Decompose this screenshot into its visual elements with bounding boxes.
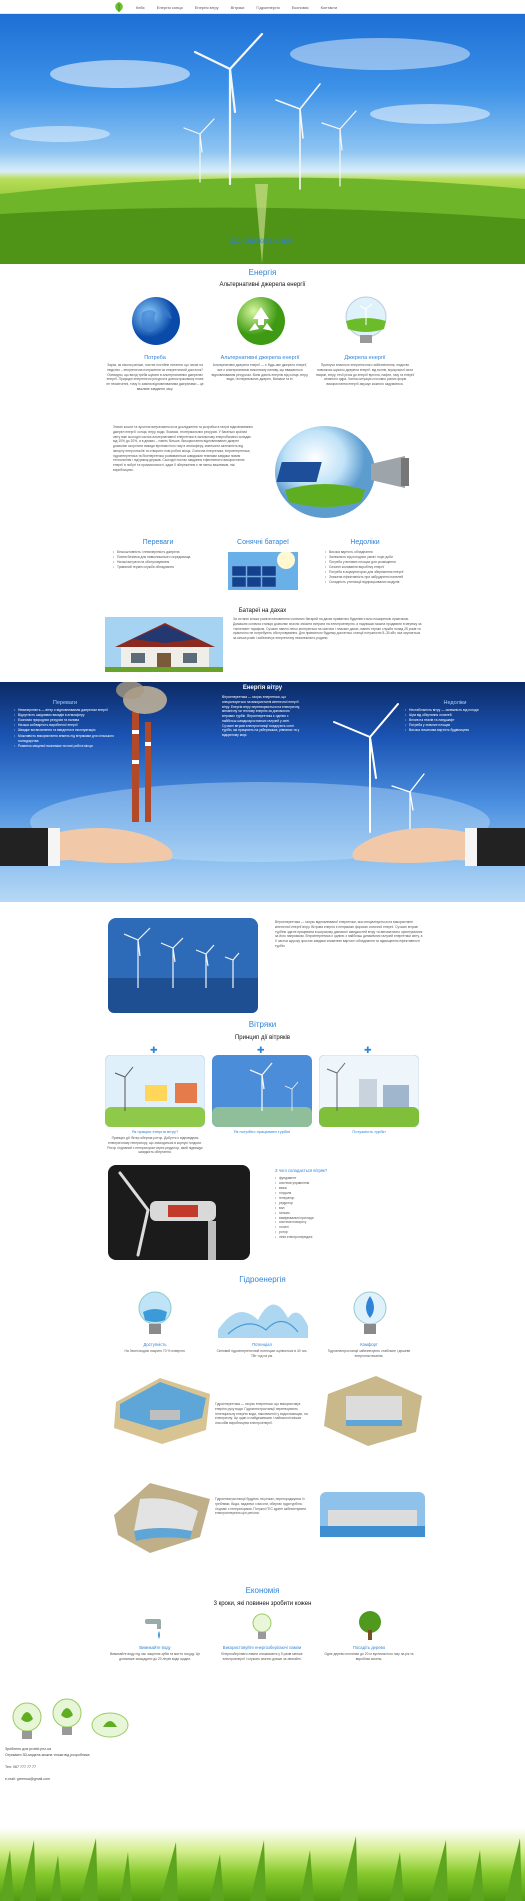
- turbine-principle-text: Принцип дії: Вітер обертає ротор. Добутт…: [107, 1136, 203, 1155]
- roof-solar-house-image: [105, 617, 223, 672]
- roof-batteries-title: Батареї на дахах: [238, 608, 287, 614]
- economy-col2-text: Енергозберігаючі лампи споживають у 5 ра…: [221, 1652, 303, 1661]
- leaf-logo-icon[interactable]: [112, 1, 126, 13]
- energy-title: Енергія: [248, 268, 277, 277]
- hydro-col2-heading: Потенціал: [252, 1342, 272, 1347]
- wind-advantages-list: Невичерпність — вітер є відновлюваним дж…: [14, 708, 124, 749]
- nav-item[interactable]: Контакти: [315, 3, 344, 12]
- turbine-card-1-title[interactable]: Як працює енергія вітру?: [105, 1129, 205, 1134]
- economy-col3-heading: Посадіть дерево: [352, 1645, 386, 1650]
- hydro-station-image: [324, 1376, 422, 1446]
- faucet-icon: [145, 1619, 161, 1639]
- list-item: Розвиток місцевої економіки та нові робо…: [14, 744, 124, 749]
- energy-long-text: Значні кошти та зусилля витрачаються на …: [113, 425, 253, 472]
- economy-title: Економія: [245, 1586, 280, 1595]
- solar-bulb-image: [275, 426, 409, 518]
- turbine-parts-list: фундамент система управління вежа гондол…: [275, 1176, 395, 1240]
- energy-subtitle: Альтернативні джерела енергії: [219, 282, 306, 288]
- energy-col3-text: Прагнучи власного енергетичного забезпеч…: [315, 363, 415, 387]
- turbines-subtitle: Принцип дії вітряків: [234, 1035, 291, 1041]
- globe-icon: [132, 297, 180, 345]
- hydro-col2-text: Світовий гідроенергетичний потенціал оці…: [216, 1349, 308, 1358]
- turbine-card-3-title[interactable]: Потужність турбін: [319, 1129, 419, 1134]
- energy-bulb-icon: [252, 1613, 272, 1639]
- nav-item[interactable]: Енергія вітру: [189, 3, 225, 12]
- solar-panels-title: Сонячні батареї: [237, 539, 289, 546]
- energy-col3-heading: Джерела енергії: [344, 355, 386, 361]
- roof-batteries-text: За останні кілька років встановлення сон…: [233, 617, 422, 641]
- footer-line-2: Отримати 3D-модель можна тільки від розр…: [5, 1753, 90, 1757]
- nav-item[interactable]: Кейс: [130, 3, 151, 12]
- list-item: Можливість використання земель під вітря…: [14, 734, 124, 744]
- main-nav: Кейс Енергія сонця Енергія вітру Вітряки…: [130, 3, 343, 12]
- turbine-power-image: [319, 1055, 419, 1127]
- solar-disadvantages-title: Недоліки: [350, 539, 380, 546]
- solar-panel-image: [228, 552, 298, 590]
- top-navbar: Кейс Енергія сонця Енергія вітру Вітряки…: [0, 0, 525, 14]
- water-drop-bulb-icon: [353, 1291, 387, 1334]
- wind-farm-hero-image: [0, 32, 525, 264]
- energy-col2-text: Альтернативні джерела енергії — є будь-я…: [211, 363, 309, 382]
- economy-col1-text: Вимикайте воду під час чищення зубів та …: [109, 1652, 201, 1661]
- wind-diagram-image: [105, 1055, 205, 1127]
- hydro-text-2: Гідроелектростанції будують на річках, п…: [215, 1497, 307, 1516]
- footer-phone: Тел: 067 777 77 77: [5, 1765, 36, 1769]
- solar-advantages-list: Безкоштовність і невичерпність джерела П…: [113, 550, 213, 570]
- footer-line-1: Зроблено для proekt.pnz.ua: [5, 1747, 52, 1751]
- wind-extra-text: Вітроенергетика — галузь відновлюваної е…: [275, 920, 423, 948]
- hydro-plant-image: [320, 1492, 425, 1537]
- hydro-col3-heading: Комфорт: [360, 1342, 378, 1347]
- nav-item[interactable]: Гідроенергія: [250, 3, 285, 12]
- nav-item[interactable]: Енергія сонця: [151, 3, 189, 12]
- energy-col1-text: Зараз, як ніколи раніше, постає постійне…: [106, 363, 204, 391]
- footer-grass-image: [0, 1810, 525, 1901]
- wind-bulb-icon: [345, 296, 387, 343]
- hero-caption: Відновлювані дані: [228, 236, 297, 245]
- tree-icon: [359, 1611, 381, 1640]
- hydro-text-1: Гідроенергетика — галузь енергетики, що …: [215, 1402, 308, 1426]
- hydro-col1-text: На Землі водою покрито 70 % поверхні.: [124, 1349, 186, 1353]
- turbine-parts-title: З чого складається вітряк?: [275, 1168, 328, 1173]
- wind-energy-title: Енергія вітру: [242, 685, 283, 691]
- list-item: Тривалий термін служби обладнання: [113, 565, 213, 570]
- economy-col1-heading: Вимикайте воду: [139, 1645, 171, 1650]
- list-item: Складність утилізації відпрацьованих мод…: [325, 580, 425, 585]
- water-splash-icon: [218, 1304, 308, 1338]
- water-bulb-icon: [138, 1291, 172, 1334]
- turbine-card-2-title[interactable]: Як потрібно працювати турбіні: [212, 1129, 312, 1134]
- turbines-title: Вітряки: [248, 1020, 277, 1029]
- hydro-title: Гідроенергія: [239, 1275, 286, 1284]
- dam-structure-image: [114, 1483, 210, 1553]
- turbine-field-image: [212, 1055, 312, 1127]
- energy-col2-heading: Альтернативні джерела енергії: [220, 355, 300, 361]
- economy-col2-heading: Використовуйте енергозберігаючі лампи: [222, 1645, 302, 1650]
- wind-disadvantages-list: Нестабільність вітру — залежність від по…: [405, 708, 517, 734]
- recycle-icon: [237, 297, 285, 345]
- nav-item[interactable]: Вітряки: [225, 3, 251, 12]
- dam-map-image: [114, 1378, 210, 1444]
- wind-center-text: Вітроенергетика — галузь енергетики, що …: [222, 695, 300, 738]
- offshore-wind-image: [108, 918, 258, 1013]
- eco-bulbs-image: [12, 1698, 129, 1739]
- solar-disadvantages-list: Висока вартість обладнання Залежність ві…: [325, 550, 425, 585]
- energy-col1-heading: Потреба: [144, 355, 166, 361]
- economy-col3-text: Одне дерево поглинає до 20 кг вуглекисло…: [324, 1652, 414, 1661]
- turbine-internals-image: [108, 1165, 250, 1260]
- footer-email[interactable]: e-mail: greenua@gmail.com: [5, 1777, 50, 1782]
- list-item: Висока початкова вартість будівництва: [405, 728, 517, 733]
- wind-advantages-title: Переваги: [52, 700, 78, 706]
- hydro-col3-text: Гідроелектростанції забезпечують стабіль…: [327, 1349, 411, 1358]
- solar-advantages-title: Переваги: [142, 539, 174, 546]
- economy-subtitle: 3 кроки, які повинен зробити кожен: [213, 1601, 312, 1607]
- hero-banner: [0, 14, 525, 264]
- nav-item[interactable]: Економія: [286, 3, 315, 12]
- wind-disadvantages-title: Недоліки: [443, 700, 467, 706]
- hydro-col1-heading: Доступність: [143, 1342, 167, 1347]
- list-item: лінія електропередачі: [275, 1235, 395, 1240]
